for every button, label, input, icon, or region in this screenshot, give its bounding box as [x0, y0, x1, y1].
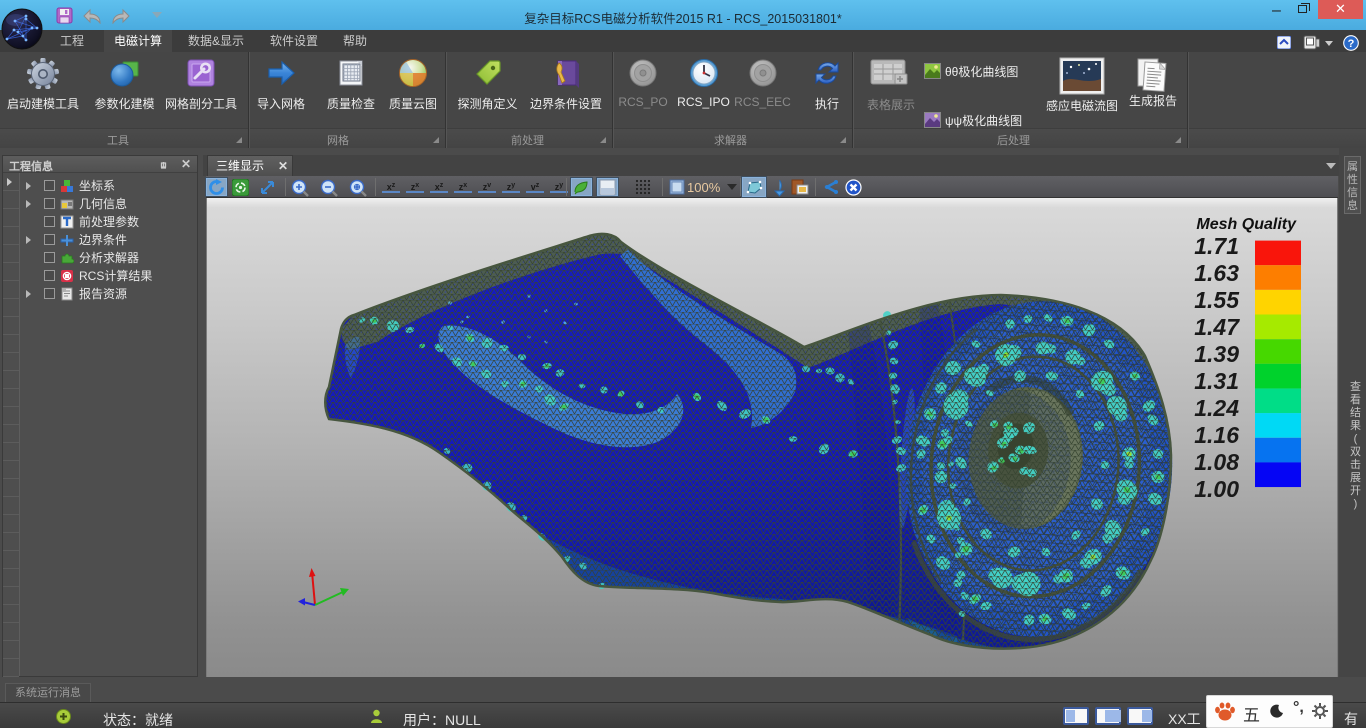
svg-text:1.00: 1.00 — [1194, 476, 1239, 502]
svg-text:1.63: 1.63 — [1194, 260, 1239, 286]
svg-text:1.71: 1.71 — [1194, 233, 1239, 259]
svg-text:1.55: 1.55 — [1194, 287, 1240, 313]
svg-text:1.31: 1.31 — [1194, 368, 1239, 394]
svg-text:1.08: 1.08 — [1194, 449, 1239, 475]
svg-text:1.16: 1.16 — [1194, 422, 1239, 448]
svg-text:1.24: 1.24 — [1194, 395, 1239, 421]
svg-text:Mesh Quality: Mesh Quality — [1196, 216, 1297, 233]
svg-text:1.39: 1.39 — [1194, 341, 1239, 367]
svg-text:1.47: 1.47 — [1194, 314, 1240, 340]
svg-text:?: ? — [1348, 38, 1355, 50]
